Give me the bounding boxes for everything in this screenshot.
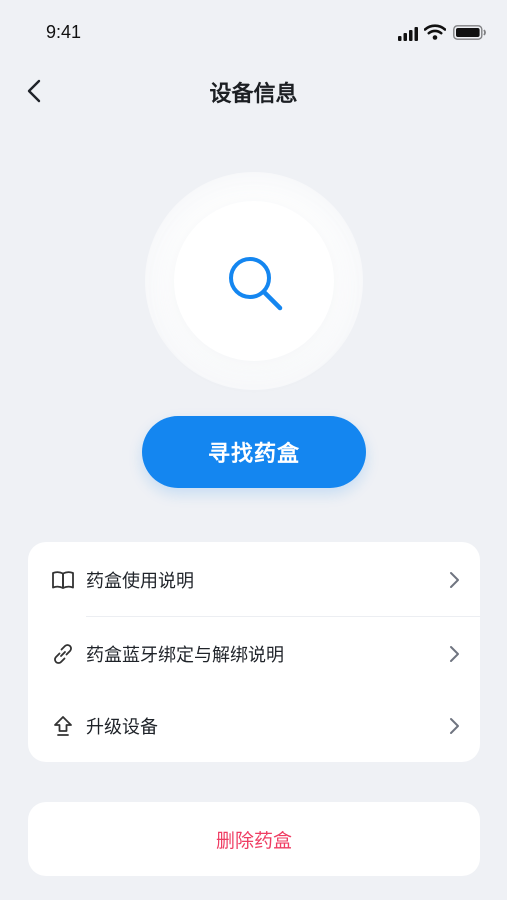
chevron-right-icon: [450, 646, 459, 662]
menu-item-usage-guide[interactable]: 药盒使用说明: [28, 544, 480, 616]
menu-item-label: 药盒蓝牙绑定与解绑说明: [86, 645, 284, 666]
menu-card: 药盒使用说明 药盒蓝牙绑定与解绑说明 升级设备: [28, 542, 480, 762]
menu-divider: [86, 616, 480, 617]
menu-item-upgrade-device[interactable]: 升级设备: [28, 690, 480, 762]
signal-icon: [398, 27, 418, 41]
status-time: 9:41: [46, 22, 82, 42]
menu-item-label: 升级设备: [86, 717, 158, 738]
delete-pillbox-button[interactable]: 删除药盒: [28, 802, 480, 876]
find-pillbox-button[interactable]: 寻找药盒: [142, 416, 366, 488]
book-icon: [52, 571, 74, 589]
upgrade-arrow-icon: [54, 716, 72, 736]
device-info-screen: 9:41 设备信息 寻找药盒 药盒使用说明 药盒蓝牙绑定与解绑说明 升级设备 删…: [0, 0, 507, 900]
status-bar: 9:41: [0, 0, 507, 64]
battery-icon: [453, 25, 486, 40]
menu-item-label: 药盒使用说明: [86, 571, 194, 592]
chevron-right-icon: [450, 718, 459, 734]
wifi-icon: [424, 24, 446, 40]
chevron-right-icon: [450, 572, 459, 588]
page-title: 设备信息: [209, 82, 298, 107]
search-icon: [229, 257, 283, 311]
delete-label: 删除药盒: [215, 829, 292, 852]
link-icon: [54, 644, 72, 664]
menu-item-bluetooth-binding[interactable]: 药盒蓝牙绑定与解绑说明: [28, 618, 480, 690]
